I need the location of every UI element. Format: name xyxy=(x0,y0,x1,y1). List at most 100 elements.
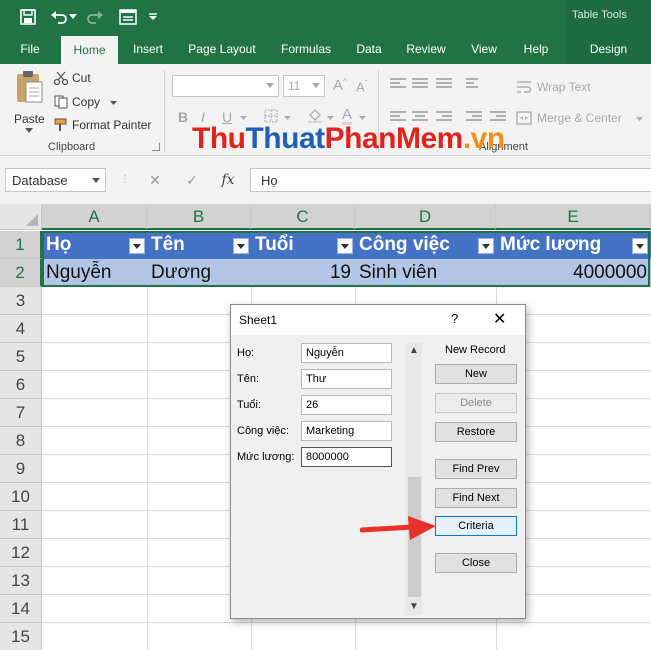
find-prev-button[interactable]: Find Prev xyxy=(435,459,517,479)
row-header-9[interactable]: 9 xyxy=(0,455,42,483)
align-bottom-icon[interactable] xyxy=(436,78,452,90)
column-header-b[interactable]: B xyxy=(147,204,251,230)
tab-data[interactable]: Data xyxy=(350,34,388,64)
field-input-muc-luong[interactable]: 8000000 xyxy=(301,447,392,467)
tab-design[interactable]: Design xyxy=(566,34,651,64)
chevron-down-icon xyxy=(92,178,100,183)
borders-icon[interactable] xyxy=(264,109,278,123)
copy-dropdown-icon xyxy=(110,101,117,105)
help-icon[interactable]: ? xyxy=(451,311,458,326)
font-size-select[interactable]: 11 xyxy=(283,75,325,97)
name-box[interactable]: Database xyxy=(5,168,106,192)
wrap-text-icon xyxy=(517,81,532,93)
row-header-5[interactable]: 5 xyxy=(0,343,42,371)
copy-icon xyxy=(54,95,68,109)
criteria-button[interactable]: Criteria xyxy=(435,516,517,536)
underline-dropdown-icon[interactable] xyxy=(240,116,247,120)
row-header-8[interactable]: 8 xyxy=(0,427,42,455)
row-header-6[interactable]: 6 xyxy=(0,371,42,399)
close-button[interactable]: Close xyxy=(435,553,517,573)
row-header-14[interactable]: 14 xyxy=(0,595,42,623)
formula-input[interactable]: Họ xyxy=(250,168,651,192)
field-input-ten[interactable]: Thư xyxy=(301,369,392,389)
row-header-7[interactable]: 7 xyxy=(0,399,42,427)
record-status: New Record xyxy=(445,344,506,356)
watermark-part: Thu xyxy=(192,122,246,155)
row-header-2[interactable]: 2 xyxy=(0,259,42,287)
increase-font-icon[interactable]: A^ xyxy=(333,77,347,94)
record-scrollbar[interactable]: ▲ ▼ xyxy=(406,343,422,615)
redo-icon[interactable] xyxy=(84,6,106,28)
format-painter-button[interactable]: Format Painter xyxy=(54,117,154,135)
form-icon[interactable] xyxy=(117,6,139,28)
field-label-cong-viec: Công việc: xyxy=(237,425,289,437)
cut-button[interactable]: Cut xyxy=(54,70,114,88)
column-header-d[interactable]: D xyxy=(355,204,496,230)
row-header-13[interactable]: 13 xyxy=(0,567,42,595)
tab-review[interactable]: Review xyxy=(400,34,452,64)
cut-label: Cut xyxy=(72,71,91,85)
row-header-3[interactable]: 3 xyxy=(0,287,42,315)
watermark-part: .vn xyxy=(462,122,505,155)
undo-icon[interactable] xyxy=(48,6,70,28)
tab-formulas[interactable]: Formulas xyxy=(274,34,338,64)
row-header-12[interactable]: 12 xyxy=(0,539,42,567)
find-next-button[interactable]: Find Next xyxy=(435,488,517,508)
insert-function-icon[interactable]: fx xyxy=(218,170,238,190)
scissors-icon xyxy=(54,71,68,85)
scroll-up-icon[interactable]: ▲ xyxy=(409,345,419,356)
scroll-down-icon[interactable]: ▼ xyxy=(409,601,419,612)
delete-button[interactable]: Delete xyxy=(435,393,517,413)
row-header-1[interactable]: 1 xyxy=(0,231,42,259)
field-label-muc-luong: Mức lương: xyxy=(237,451,295,463)
tab-insert[interactable]: Insert xyxy=(126,34,170,64)
field-input-tuoi[interactable]: 26 xyxy=(301,395,392,415)
grid-line xyxy=(42,622,651,623)
row-header-15[interactable]: 15 xyxy=(0,623,42,650)
fill-color-icon[interactable] xyxy=(307,107,323,123)
field-input-ho[interactable]: Nguyễn xyxy=(301,343,392,363)
align-middle-icon[interactable] xyxy=(412,78,428,90)
field-label-tuoi: Tuổi: xyxy=(237,399,262,411)
dialog-title: Sheet1 xyxy=(239,313,278,327)
tab-home[interactable]: Home xyxy=(61,36,118,64)
new-button[interactable]: New xyxy=(435,364,517,384)
bold-icon[interactable]: B xyxy=(178,109,188,125)
undo-dropdown-icon[interactable] xyxy=(68,6,78,28)
wrap-text-button[interactable]: Wrap Text xyxy=(537,80,591,94)
tab-file[interactable]: File xyxy=(10,34,50,64)
cancel-icon[interactable]: ✕ xyxy=(145,170,165,190)
restore-button[interactable]: Restore xyxy=(435,422,517,442)
field-label-ten: Tên: xyxy=(237,373,260,385)
column-header-c[interactable]: C xyxy=(251,204,355,230)
orientation-icon[interactable] xyxy=(466,78,482,90)
tab-page-layout[interactable]: Page Layout xyxy=(182,34,262,64)
table-tools-context-label: Table Tools xyxy=(566,0,651,34)
save-icon[interactable] xyxy=(17,6,39,28)
paste-label: Paste xyxy=(14,112,45,126)
fill-color-dropdown-icon[interactable] xyxy=(327,116,334,120)
close-icon[interactable]: ✕ xyxy=(493,309,506,329)
copy-button[interactable]: Copy xyxy=(54,94,124,112)
column-header-a[interactable]: A xyxy=(42,204,147,230)
paste-button[interactable]: Paste xyxy=(10,70,48,133)
align-top-icon[interactable] xyxy=(390,78,406,90)
font-name-select[interactable] xyxy=(172,75,279,97)
row-header-10[interactable]: 10 xyxy=(0,483,42,511)
tab-help[interactable]: Help xyxy=(516,34,556,64)
row-header-4[interactable]: 4 xyxy=(0,315,42,343)
field-label-ho: Họ: xyxy=(237,347,255,359)
font-color-dropdown-icon[interactable] xyxy=(359,116,366,120)
column-header-e[interactable]: E xyxy=(496,204,651,230)
tab-view[interactable]: View xyxy=(464,34,504,64)
enter-icon[interactable]: ✓ xyxy=(182,170,202,190)
row-header-11[interactable]: 11 xyxy=(0,511,42,539)
clipboard-launcher-icon[interactable] xyxy=(152,143,160,151)
merge-center-dropdown-icon[interactable] xyxy=(636,117,643,121)
borders-dropdown-icon[interactable] xyxy=(284,116,291,120)
field-input-cong-viec[interactable]: Marketing xyxy=(301,421,392,441)
customize-toolbar-icon[interactable] xyxy=(146,6,160,28)
merge-center-button[interactable]: Merge & Center xyxy=(537,111,622,125)
select-all-corner[interactable] xyxy=(0,204,42,230)
decrease-font-icon[interactable]: Aˇ xyxy=(356,79,367,94)
